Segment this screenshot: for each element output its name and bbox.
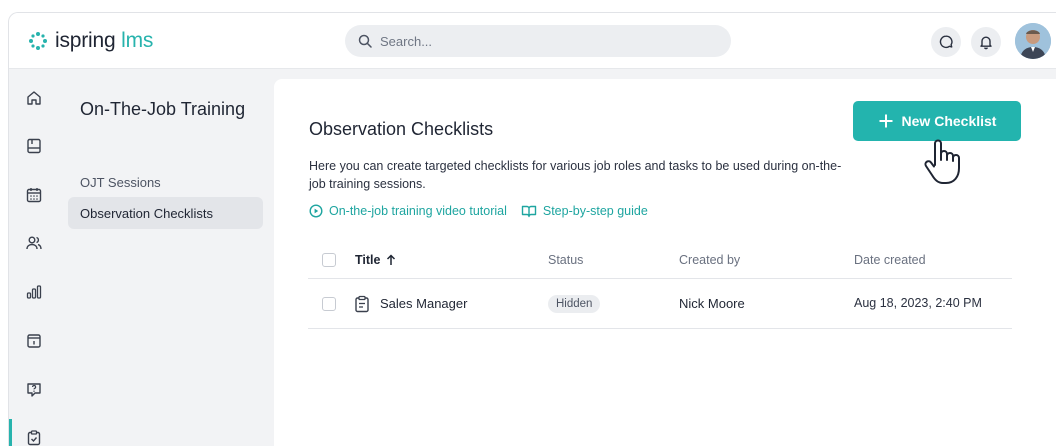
main-content: Observation Checklists Here you can crea… <box>274 79 1056 446</box>
rail-reports[interactable] <box>23 281 45 303</box>
column-date-created-header[interactable]: Date created <box>854 241 926 278</box>
table-header: Title Status Created by Date created <box>308 241 1012 279</box>
users-icon <box>26 236 42 250</box>
info-icon <box>27 334 41 348</box>
page-title: Observation Checklists <box>309 119 494 139</box>
row-title: Sales Manager <box>380 296 468 311</box>
row-title-cell[interactable]: Sales Manager <box>354 279 467 328</box>
row-status-cell: Hidden <box>548 279 601 328</box>
courses-icon <box>27 138 41 154</box>
new-checklist-label: New Checklist <box>901 113 997 129</box>
ispring-logo[interactable]: ispring lms <box>27 29 153 53</box>
rail-courses[interactable] <box>23 135 45 157</box>
video-tutorial-label: On-the-job training video tutorial <box>329 204 507 218</box>
section-title: On-The-Job Training <box>80 99 246 119</box>
app-window: ispring lms Search... On-The-Job Trainin… <box>8 12 1056 446</box>
top-header: ispring lms <box>9 13 1056 69</box>
column-status-header[interactable]: Status <box>548 241 583 278</box>
row-date-created-cell: Aug 18, 2023, 2:40 PM <box>854 279 994 328</box>
calendar-icon <box>26 188 42 203</box>
step-by-step-guide-label: Step-by-step guide <box>542 204 648 218</box>
home-icon <box>27 91 41 105</box>
checklist-document-icon <box>355 295 369 312</box>
play-icon <box>309 204 323 218</box>
book-icon <box>521 205 537 218</box>
column-title-header[interactable]: Title <box>355 241 396 278</box>
search-bar[interactable] <box>345 25 731 57</box>
subnav-item-ojt-sessions[interactable]: OJT Sessions <box>68 166 263 198</box>
logo-text: ispring lms <box>55 29 154 52</box>
row-created-by: Nick Moore <box>679 296 745 311</box>
rail-info[interactable] <box>23 330 45 352</box>
select-all-checkbox[interactable] <box>322 252 336 267</box>
table-row[interactable]: Sales Manager Hidden Nick Moore Aug 18, … <box>308 279 1012 329</box>
icon-rail <box>9 69 59 446</box>
column-title-label: Title <box>355 252 381 267</box>
select-all-cell <box>322 241 336 278</box>
search-icon <box>358 34 372 48</box>
help-links: On-the-job training video tutorial Step-… <box>309 204 648 218</box>
rail-checklist[interactable] <box>23 427 45 446</box>
sort-ascending-icon <box>387 253 396 265</box>
checklist-icon <box>27 430 41 446</box>
rail-users[interactable] <box>23 232 45 254</box>
status-badge: Hidden <box>548 294 601 313</box>
ispring-logo-icon <box>29 32 47 50</box>
rail-calendar[interactable] <box>23 184 45 206</box>
page-description: Here you can create targeted checklists … <box>309 159 842 191</box>
row-select-cell <box>322 279 336 328</box>
subnav-item-observation-checklists[interactable]: Observation Checklists <box>68 197 263 229</box>
user-avatar-image <box>1015 23 1051 59</box>
quiz-icon <box>27 383 41 397</box>
step-by-step-guide-link[interactable]: Step-by-step guide <box>521 204 648 218</box>
rail-active-indicator <box>9 419 12 446</box>
plus-icon <box>879 114 893 128</box>
user-avatar[interactable] <box>1015 23 1051 59</box>
bell-icon <box>980 36 992 50</box>
column-created-by-header[interactable]: Created by <box>679 241 740 278</box>
reports-icon <box>26 285 42 299</box>
chat-icon <box>939 35 953 49</box>
search-input[interactable] <box>380 33 700 49</box>
row-date-created: Aug 18, 2023, 2:40 PM <box>854 296 982 310</box>
checklists-table: Title Status Created by Date created Sal… <box>308 241 1012 329</box>
rail-home[interactable] <box>23 87 45 109</box>
rail-quiz[interactable] <box>23 379 45 401</box>
hand-cursor-icon <box>924 139 960 184</box>
row-checkbox[interactable] <box>322 296 336 311</box>
video-tutorial-link[interactable]: On-the-job training video tutorial <box>309 204 507 218</box>
notifications-button[interactable] <box>971 27 1001 57</box>
sub-navigation: On-The-Job Training OJT Sessions Observa… <box>59 69 271 446</box>
chat-button[interactable] <box>931 27 961 57</box>
